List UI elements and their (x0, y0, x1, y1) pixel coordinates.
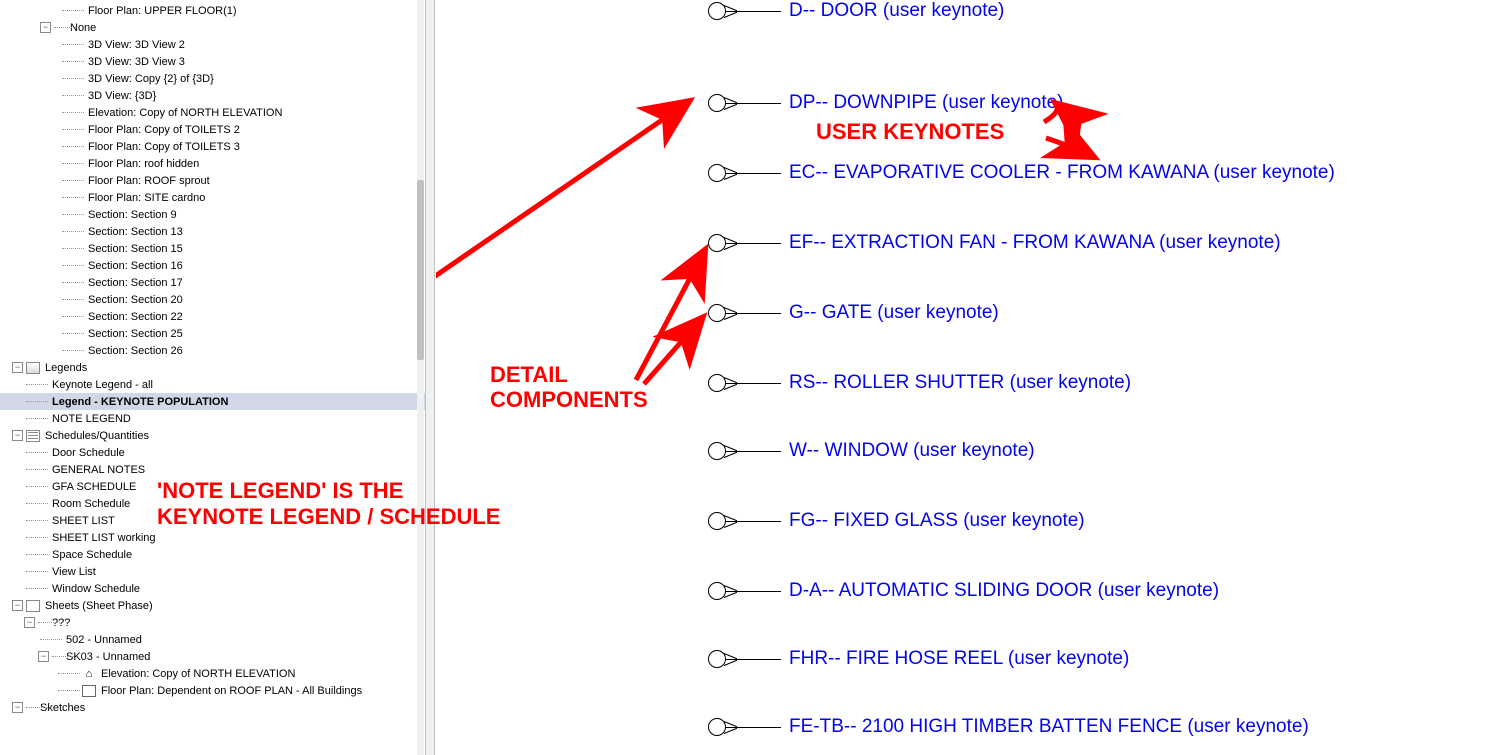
leader-line (726, 173, 781, 174)
collapse-icon[interactable]: − (40, 22, 51, 33)
project-browser-panel: Floor Plan: UPPER FLOOR(1) −None 3D View… (0, 0, 425, 755)
keynote-row[interactable]: EC-- EVAPORATIVE COOLER - FROM KAWANA (u… (708, 162, 1335, 184)
keynote-row[interactable]: DP-- DOWNPIPE (user keynote) (708, 92, 1064, 114)
tree-node-sheet-sk03[interactable]: −SK03 - Unnamed (0, 648, 425, 665)
keynote-row[interactable]: W-- WINDOW (user keynote) (708, 440, 1035, 462)
drawing-canvas[interactable]: D-- DOOR (user keynote) DP-- DOWNPIPE (us… (436, 0, 1495, 755)
leader-line (726, 727, 781, 728)
tree-node-legends[interactable]: −Legends (0, 359, 425, 376)
tree-node-none[interactable]: −None (0, 19, 425, 36)
tree-item[interactable]: Floor Plan: ROOF sprout (0, 172, 425, 189)
tree-item[interactable]: Space Schedule (0, 546, 425, 563)
panel-splitter[interactable] (425, 0, 435, 755)
keynote-text[interactable]: DP-- DOWNPIPE (user keynote) (789, 92, 1064, 114)
tree-item[interactable]: 3D View: {3D} (0, 87, 425, 104)
tree-node-sheets[interactable]: −Sheets (Sheet Phase) (0, 597, 425, 614)
tree-item[interactable]: Floor Plan: UPPER FLOOR(1) (0, 2, 425, 19)
tree-item[interactable]: Section: Section 20 (0, 291, 425, 308)
leader-line (726, 11, 781, 12)
keynote-text[interactable]: EC-- EVAPORATIVE COOLER - FROM KAWANA (u… (789, 162, 1335, 184)
tree-item[interactable]: 502 - Unnamed (0, 631, 425, 648)
annotation-user-keynotes: USER KEYNOTES (816, 119, 1004, 145)
collapse-icon[interactable]: − (12, 430, 23, 441)
tree-item[interactable]: Room Schedule (0, 495, 425, 512)
tree-item[interactable]: Floor Plan: Copy of TOILETS 3 (0, 138, 425, 155)
keynote-row[interactable]: G-- GATE (user keynote) (708, 302, 999, 324)
tree-item[interactable]: Floor Plan: SITE cardno (0, 189, 425, 206)
tree-node-schedules[interactable]: −Schedules/Quantities (0, 427, 425, 444)
keynote-text[interactable]: EF-- EXTRACTION FAN - FROM KAWANA (user … (789, 232, 1281, 254)
keynote-text[interactable]: RS-- ROLLER SHUTTER (user keynote) (789, 372, 1131, 394)
tree-item[interactable]: 3D View: 3D View 2 (0, 36, 425, 53)
tree-node-unknown[interactable]: −??? (0, 614, 425, 631)
tree-item[interactable]: 3D View: 3D View 3 (0, 53, 425, 70)
floorplan-icon (82, 685, 96, 697)
tree-item[interactable]: Keynote Legend - all (0, 376, 425, 393)
keynote-row[interactable]: D-A-- AUTOMATIC SLIDING DOOR (user keyno… (708, 580, 1219, 602)
collapse-icon[interactable]: − (24, 617, 35, 628)
collapse-icon[interactable]: − (12, 702, 23, 713)
collapse-icon[interactable]: − (12, 600, 23, 611)
tree-item[interactable]: Section: Section 17 (0, 274, 425, 291)
keynote-text[interactable]: W-- WINDOW (user keynote) (789, 440, 1035, 462)
keynote-row[interactable]: RS-- ROLLER SHUTTER (user keynote) (708, 372, 1131, 394)
keynote-row[interactable]: FE-TB-- 2100 HIGH TIMBER BATTEN FENCE (u… (708, 716, 1309, 738)
keynote-row[interactable]: D-- DOOR (user keynote) (708, 0, 1004, 22)
leader-line (726, 521, 781, 522)
tree-item[interactable]: SHEET LIST working (0, 529, 425, 546)
keynote-row[interactable]: EF-- EXTRACTION FAN - FROM KAWANA (user … (708, 232, 1281, 254)
leader-line (726, 591, 781, 592)
tree-item-selected[interactable]: Legend - KEYNOTE POPULATION (0, 393, 425, 410)
tree-item[interactable]: Section: Section 9 (0, 206, 425, 223)
tree-item[interactable]: GENERAL NOTES (0, 461, 425, 478)
tree-item[interactable]: Elevation: Copy of NORTH ELEVATION (0, 665, 425, 682)
leader-line (726, 383, 781, 384)
tree-item[interactable]: Door Schedule (0, 444, 425, 461)
tree-item[interactable]: Section: Section 15 (0, 240, 425, 257)
project-tree: Floor Plan: UPPER FLOOR(1) −None 3D View… (0, 0, 425, 718)
tree-item[interactable]: Section: Section 22 (0, 308, 425, 325)
leader-line (726, 103, 781, 104)
keynote-text[interactable]: FHR-- FIRE HOSE REEL (user keynote) (789, 648, 1129, 670)
legend-icon (26, 362, 40, 374)
collapse-icon[interactable]: − (38, 651, 49, 662)
tree-item[interactable]: Floor Plan: Dependent on ROOF PLAN - All… (0, 682, 425, 699)
leader-line (726, 243, 781, 244)
annotation-detail-components: DETAIL COMPONENTS (490, 362, 648, 413)
schedule-icon (26, 430, 40, 442)
tree-item[interactable]: GFA SCHEDULE (0, 478, 425, 495)
tree-item[interactable]: Floor Plan: Copy of TOILETS 2 (0, 121, 425, 138)
collapse-icon[interactable]: − (12, 362, 23, 373)
tree-item[interactable]: Window Schedule (0, 580, 425, 597)
tree-item[interactable]: SHEET LIST (0, 512, 425, 529)
keynote-row[interactable]: FG-- FIXED GLASS (user keynote) (708, 510, 1085, 532)
leader-line (726, 659, 781, 660)
keynote-text[interactable]: FE-TB-- 2100 HIGH TIMBER BATTEN FENCE (u… (789, 716, 1309, 738)
sidebar-scrollbar[interactable] (417, 0, 424, 755)
scroll-thumb[interactable] (417, 180, 424, 360)
tree-item[interactable]: Section: Section 25 (0, 325, 425, 342)
tree-item[interactable]: 3D View: Copy {2} of {3D} (0, 70, 425, 87)
tree-item[interactable]: Floor Plan: roof hidden (0, 155, 425, 172)
keynote-row[interactable]: FHR-- FIRE HOSE REEL (user keynote) (708, 648, 1129, 670)
keynote-text[interactable]: D-- DOOR (user keynote) (789, 0, 1004, 22)
tree-item[interactable]: Section: Section 16 (0, 257, 425, 274)
keynote-text[interactable]: FG-- FIXED GLASS (user keynote) (789, 510, 1085, 532)
tree-node-sketches[interactable]: −Sketches (0, 699, 425, 716)
sheet-icon (26, 600, 40, 612)
elevation-icon (82, 668, 96, 680)
leader-line (726, 451, 781, 452)
tree-item[interactable]: View List (0, 563, 425, 580)
tree-item[interactable]: Section: Section 13 (0, 223, 425, 240)
tree-item[interactable]: Section: Section 26 (0, 342, 425, 359)
keynote-text[interactable]: G-- GATE (user keynote) (789, 302, 999, 324)
keynote-text[interactable]: D-A-- AUTOMATIC SLIDING DOOR (user keyno… (789, 580, 1219, 602)
leader-line (726, 313, 781, 314)
tree-item-note-legend[interactable]: NOTE LEGEND (0, 410, 425, 427)
tree-item[interactable]: Elevation: Copy of NORTH ELEVATION (0, 104, 425, 121)
